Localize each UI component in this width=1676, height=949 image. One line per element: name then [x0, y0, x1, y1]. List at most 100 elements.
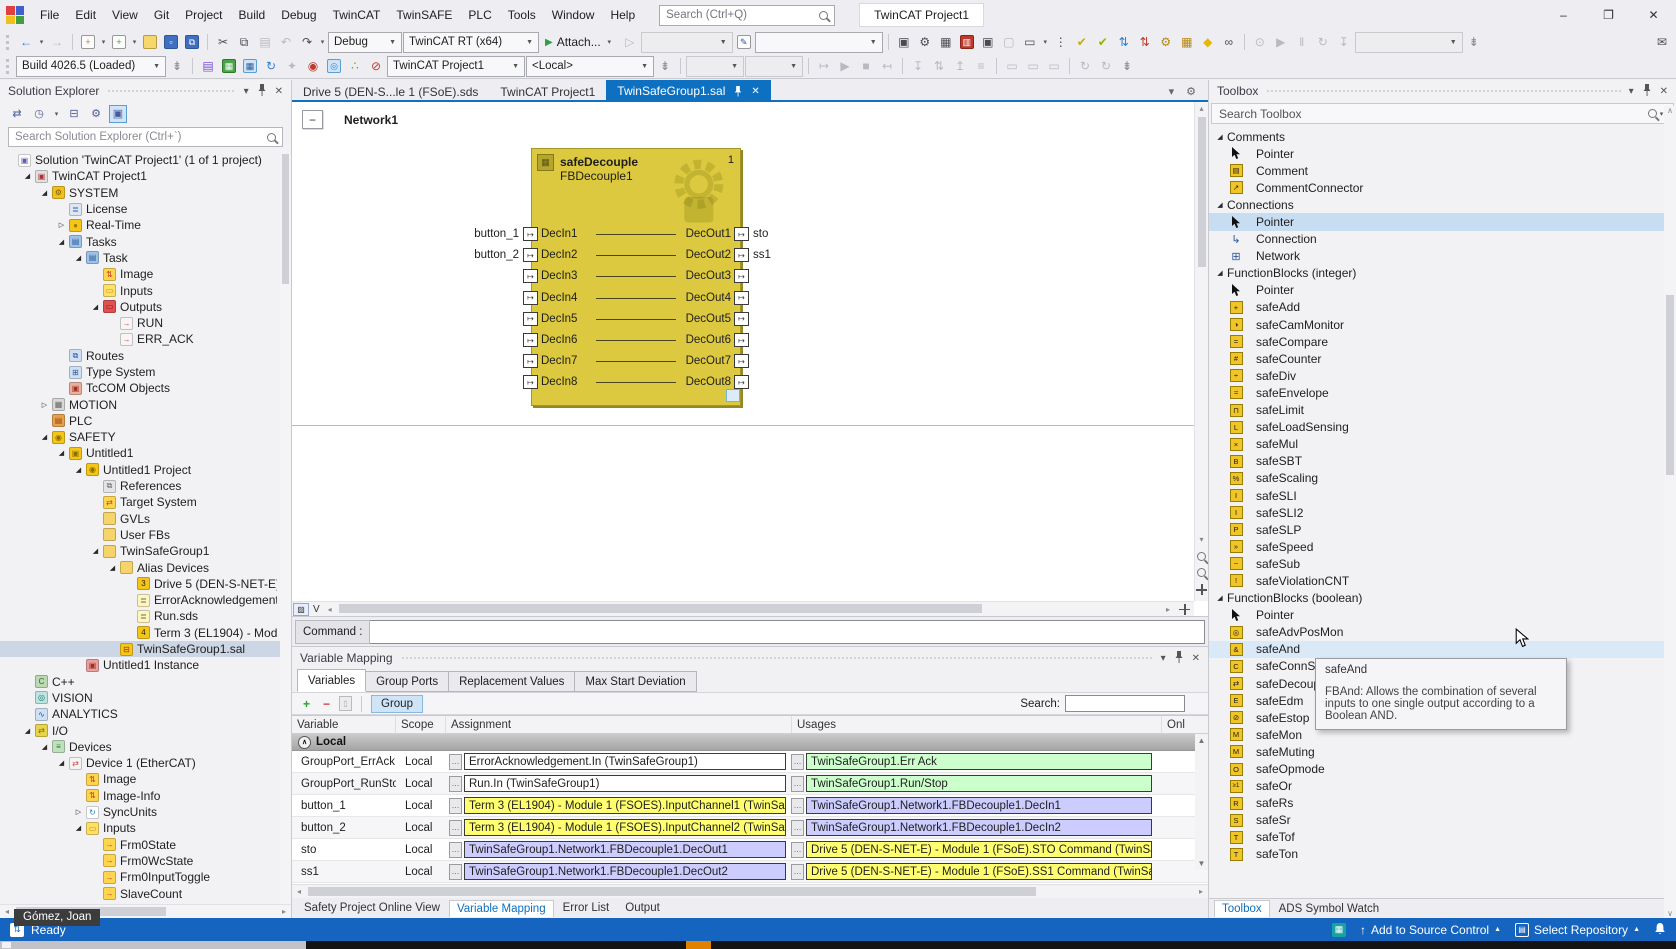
input-variable-label-button_1[interactable]: button_1 — [471, 227, 522, 241]
output-connector-decout1[interactable]: ↦ — [734, 227, 749, 241]
twinsafe-verify-icon[interactable]: ◆ — [1198, 32, 1218, 52]
expander-open-icon[interactable]: ◢ — [72, 466, 85, 474]
tree-item-plc[interactable]: ▤PLC — [0, 413, 291, 429]
zoom-in-icon[interactable] — [1197, 552, 1206, 561]
collapse-group-icon[interactable]: ∧ — [298, 736, 311, 749]
table-hscrollbar[interactable]: ◂ ▸ — [292, 884, 1208, 898]
toolbox-item-functionblocks-integer-safescaling[interactable]: %safeScaling — [1209, 470, 1676, 487]
cell-assignment[interactable]: Run.In (TwinSafeGroup1) — [464, 775, 786, 792]
fit-view-icon[interactable] — [1179, 604, 1190, 615]
doc-tab-drive-5-den-s-le-1-fsoe-sds[interactable]: Drive 5 (DEN-S...le 1 (FSoE).sds — [292, 81, 489, 102]
bottom-tab-error-list[interactable]: Error List — [556, 900, 617, 916]
cell-assignment[interactable]: TwinSafeGroup1.Network1.FBDecouple1.DecO… — [464, 841, 786, 858]
tree-item-safety[interactable]: ◢◉SAFETY — [0, 429, 291, 445]
show-sub-items-icon[interactable]: ▦ — [240, 56, 260, 76]
bottom-tab-variable-mapping[interactable]: Variable Mapping — [449, 900, 554, 917]
pin-tab-icon[interactable] — [734, 86, 742, 97]
show-realtime-ethernet-icon[interactable]: ▦ — [936, 32, 956, 52]
table-vscrollbar[interactable]: ▲▼ — [1195, 734, 1208, 870]
overflow-down-icon[interactable]: ⇟ — [167, 56, 187, 76]
toolbox-red-icon[interactable]: ▥ — [957, 32, 977, 52]
add-variable-icon[interactable]: + — [299, 697, 314, 711]
tree-item-frm0inputtoggle[interactable]: →Frm0InputToggle — [0, 869, 291, 885]
tree-item-erroracknowledgement-sds[interactable]: ≣ErrorAcknowledgement.sds — [0, 592, 291, 608]
toolbox-item-functionblocks-boolean-safeor[interactable]: ≥1safeOr — [1209, 778, 1676, 795]
no-edit-icon[interactable]: ⊘ — [366, 56, 386, 76]
vm-tab-variables[interactable]: Variables — [297, 669, 366, 692]
input-connector-decin4[interactable]: ↦ — [523, 291, 538, 305]
assignment-browse-button[interactable]: … — [449, 842, 462, 858]
pin-icon[interactable] — [1175, 651, 1183, 666]
toolbox-item-functionblocks-boolean-safeton[interactable]: TsafeTon — [1209, 846, 1676, 863]
toolbox-item-functionblocks-boolean-safetof[interactable]: TsafeTof — [1209, 829, 1676, 846]
gantt-chart-icon[interactable]: ▤ — [198, 56, 218, 76]
vm-tab-max-start-deviation[interactable]: Max Start Deviation — [575, 671, 696, 692]
vm-tab-replacement-values[interactable]: Replacement Values — [449, 671, 575, 692]
input-connector-decin5[interactable]: ↦ — [523, 312, 538, 326]
output-connector-decout7[interactable]: ↦ — [734, 354, 749, 368]
expander-open-icon[interactable]: ◢ — [55, 759, 68, 767]
tree-item-run[interactable]: →RUN — [0, 315, 291, 331]
variable-search-input[interactable] — [1065, 695, 1185, 712]
collapse-all-icon[interactable]: ⊟ — [65, 105, 83, 123]
expander-open-icon[interactable]: ◢ — [1213, 594, 1227, 602]
toolbox-item-functionblocks-integer-safecammonitor[interactable]: ◑safeCamMonitor — [1209, 316, 1676, 333]
usage-browse-button[interactable]: … — [791, 842, 804, 858]
tree-item-outputs[interactable]: ◢▭Outputs — [0, 299, 291, 315]
expander-closed-icon[interactable]: ▷ — [38, 401, 51, 409]
bottom-tab-safety-project-online-view[interactable]: Safety Project Online View — [297, 900, 447, 916]
table-row-button_1[interactable]: button_1Local…Term 3 (EL1904) - Module 1… — [292, 795, 1208, 817]
editor-hscrollbar-strip[interactable]: ▨ V ◂ ▸ — [292, 601, 1194, 616]
expander-open-icon[interactable]: ◢ — [1213, 269, 1227, 277]
redo-icon[interactable]: ↷ — [297, 32, 317, 52]
build-version-combo[interactable]: Build 4026.5 (Loaded)▼ — [16, 56, 166, 77]
input-connector-decin1[interactable]: ↦ — [523, 227, 538, 241]
bottom-tab-ads-symbol-watch[interactable]: ADS Symbol Watch — [1272, 901, 1387, 917]
table-row-ss1[interactable]: ss1Local…TwinSafeGroup1.Network1.FBDecou… — [292, 861, 1208, 883]
tree-item-user-fbs[interactable]: User FBs — [0, 527, 291, 543]
tree-item-motion[interactable]: ▷▦MOTION — [0, 396, 291, 412]
tree-item-task[interactable]: ◢▤Task — [0, 250, 291, 266]
close-panel-icon[interactable]: ✕ — [1660, 86, 1668, 97]
cell-usage[interactable]: Drive 5 (DEN-S-NET-E) - Module 1 (FSoE).… — [806, 863, 1152, 880]
input-variable-label-button_2[interactable]: button_2 — [471, 248, 522, 262]
user-configuration-icon[interactable]: ▣ — [978, 32, 998, 52]
assignment-browse-button[interactable]: … — [449, 754, 462, 770]
expander-open-icon[interactable]: ◢ — [106, 564, 119, 572]
open-file-icon[interactable] — [140, 32, 160, 52]
solution-configurations-combo[interactable]: Debug▼ — [328, 32, 402, 53]
menu-item-window[interactable]: Window — [544, 4, 603, 26]
tree-item-term-3-el1904-module-1-fsc[interactable]: 4Term 3 (EL1904) - Module 1 (FSC — [0, 625, 291, 641]
usage-browse-button[interactable]: … — [791, 864, 804, 880]
command-input[interactable] — [370, 620, 1205, 644]
remove-variable-icon[interactable]: − — [319, 697, 334, 711]
toolbox-item-functionblocks-boolean-safemuting[interactable]: MsafeMuting — [1209, 743, 1676, 760]
settings-wrench-icon[interactable]: ⚙ — [915, 32, 935, 52]
save-icon[interactable]: ▫ — [161, 32, 181, 52]
tree-item-frm0state[interactable]: →Frm0State — [0, 836, 291, 852]
menu-item-edit[interactable]: Edit — [67, 4, 104, 26]
tree-item-tccom-objects[interactable]: ▣TcCOM Objects — [0, 380, 291, 396]
panel-menu-icon[interactable]: ▾ — [1629, 86, 1634, 97]
twincat-status-icon[interactable]: ▦ — [1332, 923, 1346, 937]
toolbox-item-functionblocks-integer-safediv[interactable]: ÷safeDiv — [1209, 367, 1676, 384]
toolbox-item-connections-network[interactable]: ⊞Network — [1209, 248, 1676, 265]
safedecouple-block[interactable]: ▦ safeDecouple FBDecouple1 1 ↦DecIn1↦Dec… — [531, 148, 741, 406]
panel-menu-icon[interactable]: ▾ — [1161, 653, 1166, 664]
tree-item-slavecount[interactable]: →SlaveCount — [0, 885, 291, 901]
navigate-backward-caret[interactable]: ▾ — [37, 38, 46, 46]
solution-scope-icon[interactable]: ▦ — [219, 56, 239, 76]
cell-assignment[interactable]: TwinSafeGroup1.Network1.FBDecouple1.DecO… — [464, 863, 786, 880]
input-connector-decin2[interactable]: ↦ — [523, 248, 538, 262]
toolbox-item-functionblocks-integer-safecounter[interactable]: #safeCounter — [1209, 350, 1676, 367]
expander-open-icon[interactable]: ◢ — [21, 172, 34, 180]
toolbox-group-functionblocks-boolean-[interactable]: ◢FunctionBlocks (boolean) — [1209, 590, 1676, 607]
restart-twincat-icon[interactable]: ⇅ — [1114, 32, 1134, 52]
expander-open-icon[interactable]: ◢ — [89, 303, 102, 311]
toolbox-item-functionblocks-integer-safeenvelope[interactable]: ≈safeEnvelope — [1209, 384, 1676, 401]
solution-explorer-vscrollbar[interactable] — [280, 150, 291, 904]
block-selection-handle[interactable] — [726, 389, 740, 402]
toolbox-item-connections-pointer[interactable]: Pointer — [1209, 213, 1676, 230]
assignment-browse-button[interactable]: … — [449, 820, 462, 836]
assignment-browse-button[interactable]: … — [449, 798, 462, 814]
